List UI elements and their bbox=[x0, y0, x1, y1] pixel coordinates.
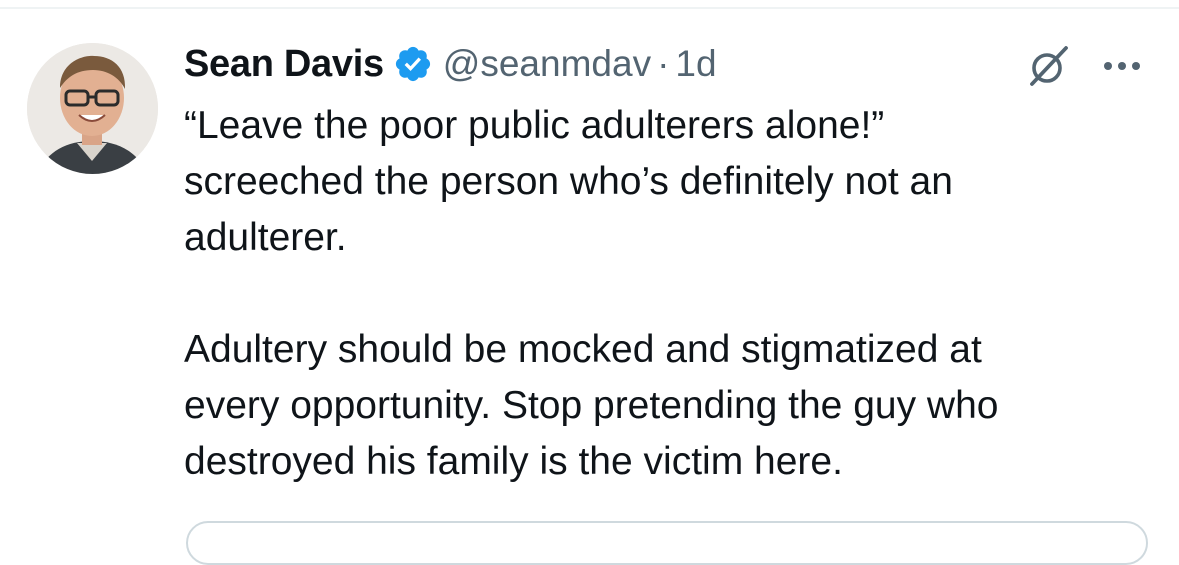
verified-badge-icon[interactable] bbox=[393, 44, 433, 84]
top-divider bbox=[0, 7, 1179, 9]
grok-icon[interactable] bbox=[1026, 43, 1072, 89]
embedded-card[interactable] bbox=[186, 521, 1148, 565]
tweet-paragraph: Adultery should be mocked and stigmatize… bbox=[184, 328, 999, 483]
tweet-text: “Leave the poor public adulterers alone!… bbox=[184, 98, 1159, 490]
author-handle[interactable]: @seanmdav bbox=[443, 43, 651, 85]
separator-dot: · bbox=[657, 43, 670, 84]
author-name[interactable]: Sean Davis bbox=[184, 43, 384, 86]
avatar[interactable] bbox=[27, 43, 158, 174]
avatar-photo bbox=[27, 43, 158, 174]
timestamp[interactable]: 1d bbox=[675, 43, 716, 85]
tweet-header: Sean Davis @seanmdav · 1d bbox=[184, 38, 717, 90]
tweet-paragraph: “Leave the poor public adulterers alone!… bbox=[184, 104, 953, 259]
more-icon[interactable] bbox=[1098, 46, 1146, 86]
